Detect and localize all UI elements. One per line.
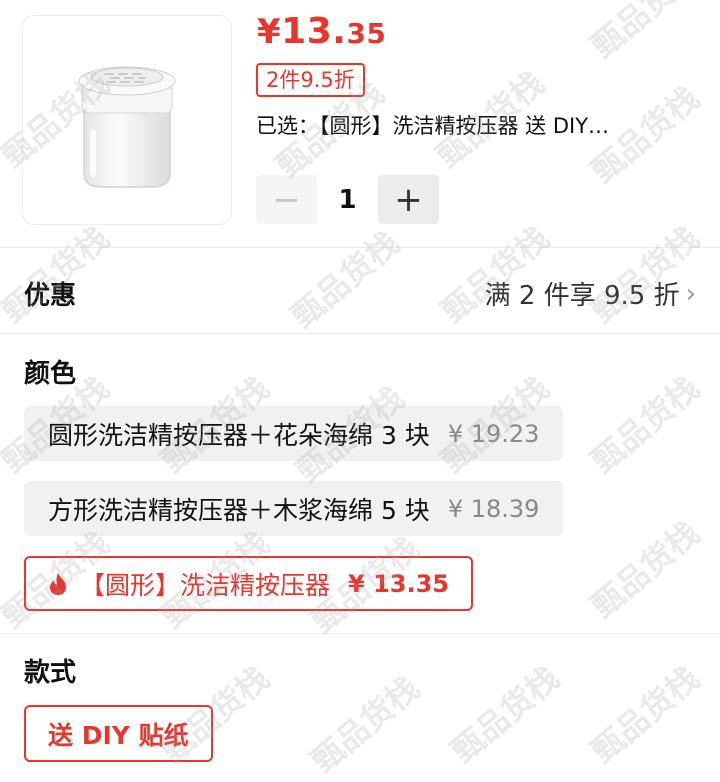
product-price: ¥13.35 <box>257 10 386 56</box>
product-thumbnail[interactable] <box>22 15 232 225</box>
selected-variant-text: 已选：【圆形】洗洁精按压器 送 DIY… <box>256 114 610 138</box>
color-option-round-selected[interactable]: 【圆形】洗洁精按压器 ¥ 13.35 <box>24 556 473 611</box>
watermark: 甄品货栈 <box>434 218 557 331</box>
increase-button[interactable]: + <box>378 175 439 224</box>
option-name: 【圆形】洗洁精按压器 <box>80 570 331 600</box>
color-option-square-wood[interactable]: 方形洗洁精按压器＋木浆海绵 5 块 ¥ 18.39 <box>24 481 564 536</box>
promo-tag: 2件9.5折 <box>256 63 365 97</box>
quantity-stepper: − 1 + <box>256 175 439 224</box>
quantity-value[interactable]: 1 <box>317 185 378 215</box>
decrease-button[interactable]: − <box>256 175 317 224</box>
watermark: 甄品货栈 <box>444 658 567 771</box>
discount-label: 优惠 <box>24 281 77 311</box>
watermark: 甄品货栈 <box>584 368 707 481</box>
style-option-diy-sticker[interactable]: 送 DIY 贴纸 <box>24 705 213 762</box>
option-name: 方形洗洁精按压器＋木浆海绵 5 块 <box>48 495 430 525</box>
watermark: 甄品货栈 <box>584 513 707 626</box>
flame-icon <box>50 572 66 595</box>
watermark: 甄品货栈 <box>584 218 707 331</box>
watermark: 甄品货栈 <box>284 223 407 336</box>
option-name: 圆形洗洁精按压器＋花朵海绵 3 块 <box>48 420 430 450</box>
chevron-right-icon: › <box>685 278 696 309</box>
watermark: 甄品货栈 <box>0 218 117 331</box>
price-currency: ¥ <box>257 12 282 52</box>
style-section-title: 款式 <box>24 658 77 688</box>
option-price: ¥ 19.23 <box>447 419 540 448</box>
soap-dispenser-image <box>78 66 176 188</box>
watermark: 甄品货栈 <box>584 658 707 771</box>
price-integer: 13. <box>281 11 347 52</box>
color-section-title: 颜色 <box>24 359 77 389</box>
divider <box>0 333 720 334</box>
option-price: ¥ 18.39 <box>447 494 540 523</box>
divider <box>0 247 720 248</box>
watermark: 甄品货栈 <box>304 668 427 781</box>
divider <box>0 633 720 634</box>
discount-row-link[interactable]: 满 2 件享 9.5 折 › <box>485 275 696 312</box>
watermark: 甄品货栈 <box>584 0 707 66</box>
option-price: ¥ 13.35 <box>348 569 449 598</box>
color-option-round-flower[interactable]: 圆形洗洁精按压器＋花朵海绵 3 块 ¥ 19.23 <box>24 406 564 461</box>
discount-value: 满 2 件享 9.5 折 <box>484 281 680 311</box>
price-decimal: 35 <box>346 17 387 50</box>
